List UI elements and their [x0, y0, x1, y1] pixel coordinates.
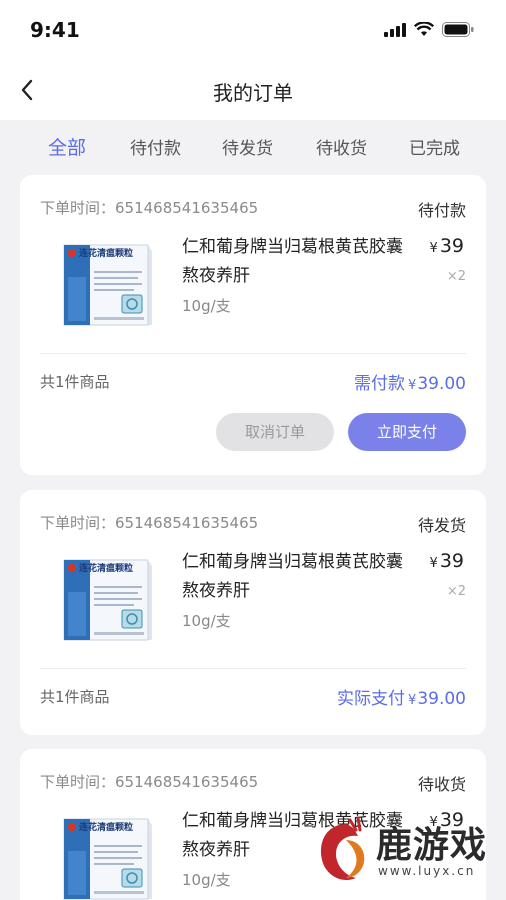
tab-pending-shipment[interactable]: 待发货 [222, 134, 273, 159]
product-price: ¥39 [430, 550, 464, 572]
order-card[interactable]: 下单时间：651468541635465 待付款 连花清瘟颗粒 仁和葡身牌当归葛… [20, 175, 486, 475]
currency-symbol: ¥ [429, 241, 438, 256]
product-spec: 10g/支 [182, 871, 231, 889]
deer-logo-icon [320, 816, 365, 880]
signal-icon [384, 22, 406, 37]
divider [40, 668, 466, 669]
order-status: 待收货 [417, 775, 466, 794]
watermark-url: www.luyx.cn [378, 864, 476, 878]
product-name[interactable]: 仁和葡身牌当归葛根黄芪胶囊熬夜养肝 [182, 233, 412, 291]
status-bar: 9:41 [0, 0, 506, 60]
total-label: 实际支付 [337, 689, 406, 709]
total-label: 需付款 [354, 374, 406, 394]
status-icons [384, 22, 474, 37]
watermark: 鹿游戏 www.luyx.cn [312, 812, 502, 892]
order-status: 待发货 [417, 516, 466, 535]
product-quantity: ×2 [446, 269, 466, 284]
tab-pending-payment[interactable]: 待付款 [130, 134, 181, 159]
product-box-label: 连花清瘟颗粒 [79, 821, 133, 833]
watermark-text: 鹿游戏 [376, 825, 488, 866]
product-quantity: ×2 [446, 584, 466, 599]
total-value: 39.00 [417, 689, 466, 709]
order-time: 下单时间：651468541635465 [40, 773, 259, 791]
tab-all[interactable]: 全部 [48, 133, 86, 160]
order-total: 需付款 ¥39.00 [354, 369, 466, 394]
product-image[interactable]: 连花清瘟颗粒 [58, 237, 154, 331]
battery-icon [442, 22, 474, 37]
divider [40, 353, 466, 354]
currency-symbol: ¥ [429, 556, 438, 571]
product-box-label: 连花清瘟颗粒 [79, 562, 133, 574]
wifi-icon [414, 22, 434, 36]
item-count: 共1件商品 [40, 688, 110, 706]
order-total: 实际支付 ¥39.00 [337, 684, 466, 709]
order-time: 下单时间：651468541635465 [40, 514, 259, 532]
pay-now-button[interactable]: 立即支付 [348, 413, 466, 451]
order-card[interactable]: 下单时间：651468541635465 待发货 连花清瘟颗粒 仁和葡身牌当归葛… [20, 490, 486, 735]
item-count: 共1件商品 [40, 373, 110, 391]
product-price: ¥39 [430, 235, 464, 257]
product-image[interactable]: 连花清瘟颗粒 [58, 811, 154, 900]
product-image[interactable]: 连花清瘟颗粒 [58, 552, 154, 646]
tab-completed[interactable]: 已完成 [409, 134, 460, 159]
total-value: 39.00 [417, 374, 466, 394]
order-status: 待付款 [417, 201, 466, 220]
status-time: 9:41 [30, 18, 80, 42]
tab-pending-receipt[interactable]: 待收货 [316, 134, 367, 159]
product-name[interactable]: 仁和葡身牌当归葛根黄芪胶囊熬夜养肝 [182, 548, 412, 606]
nav-bar: 我的订单 [0, 60, 506, 120]
product-box-label: 连花清瘟颗粒 [79, 247, 133, 259]
page-title: 我的订单 [213, 81, 293, 105]
product-spec: 10g/支 [182, 612, 231, 630]
price-value: 39 [439, 550, 464, 572]
cancel-order-button[interactable]: 取消订单 [216, 413, 334, 451]
price-value: 39 [439, 235, 464, 257]
order-tabs: 全部 待付款 待发货 待收货 已完成 [0, 120, 506, 172]
currency-symbol: ¥ [408, 378, 417, 393]
currency-symbol: ¥ [408, 693, 417, 708]
order-time: 下单时间：651468541635465 [40, 199, 259, 217]
product-spec: 10g/支 [182, 297, 231, 315]
